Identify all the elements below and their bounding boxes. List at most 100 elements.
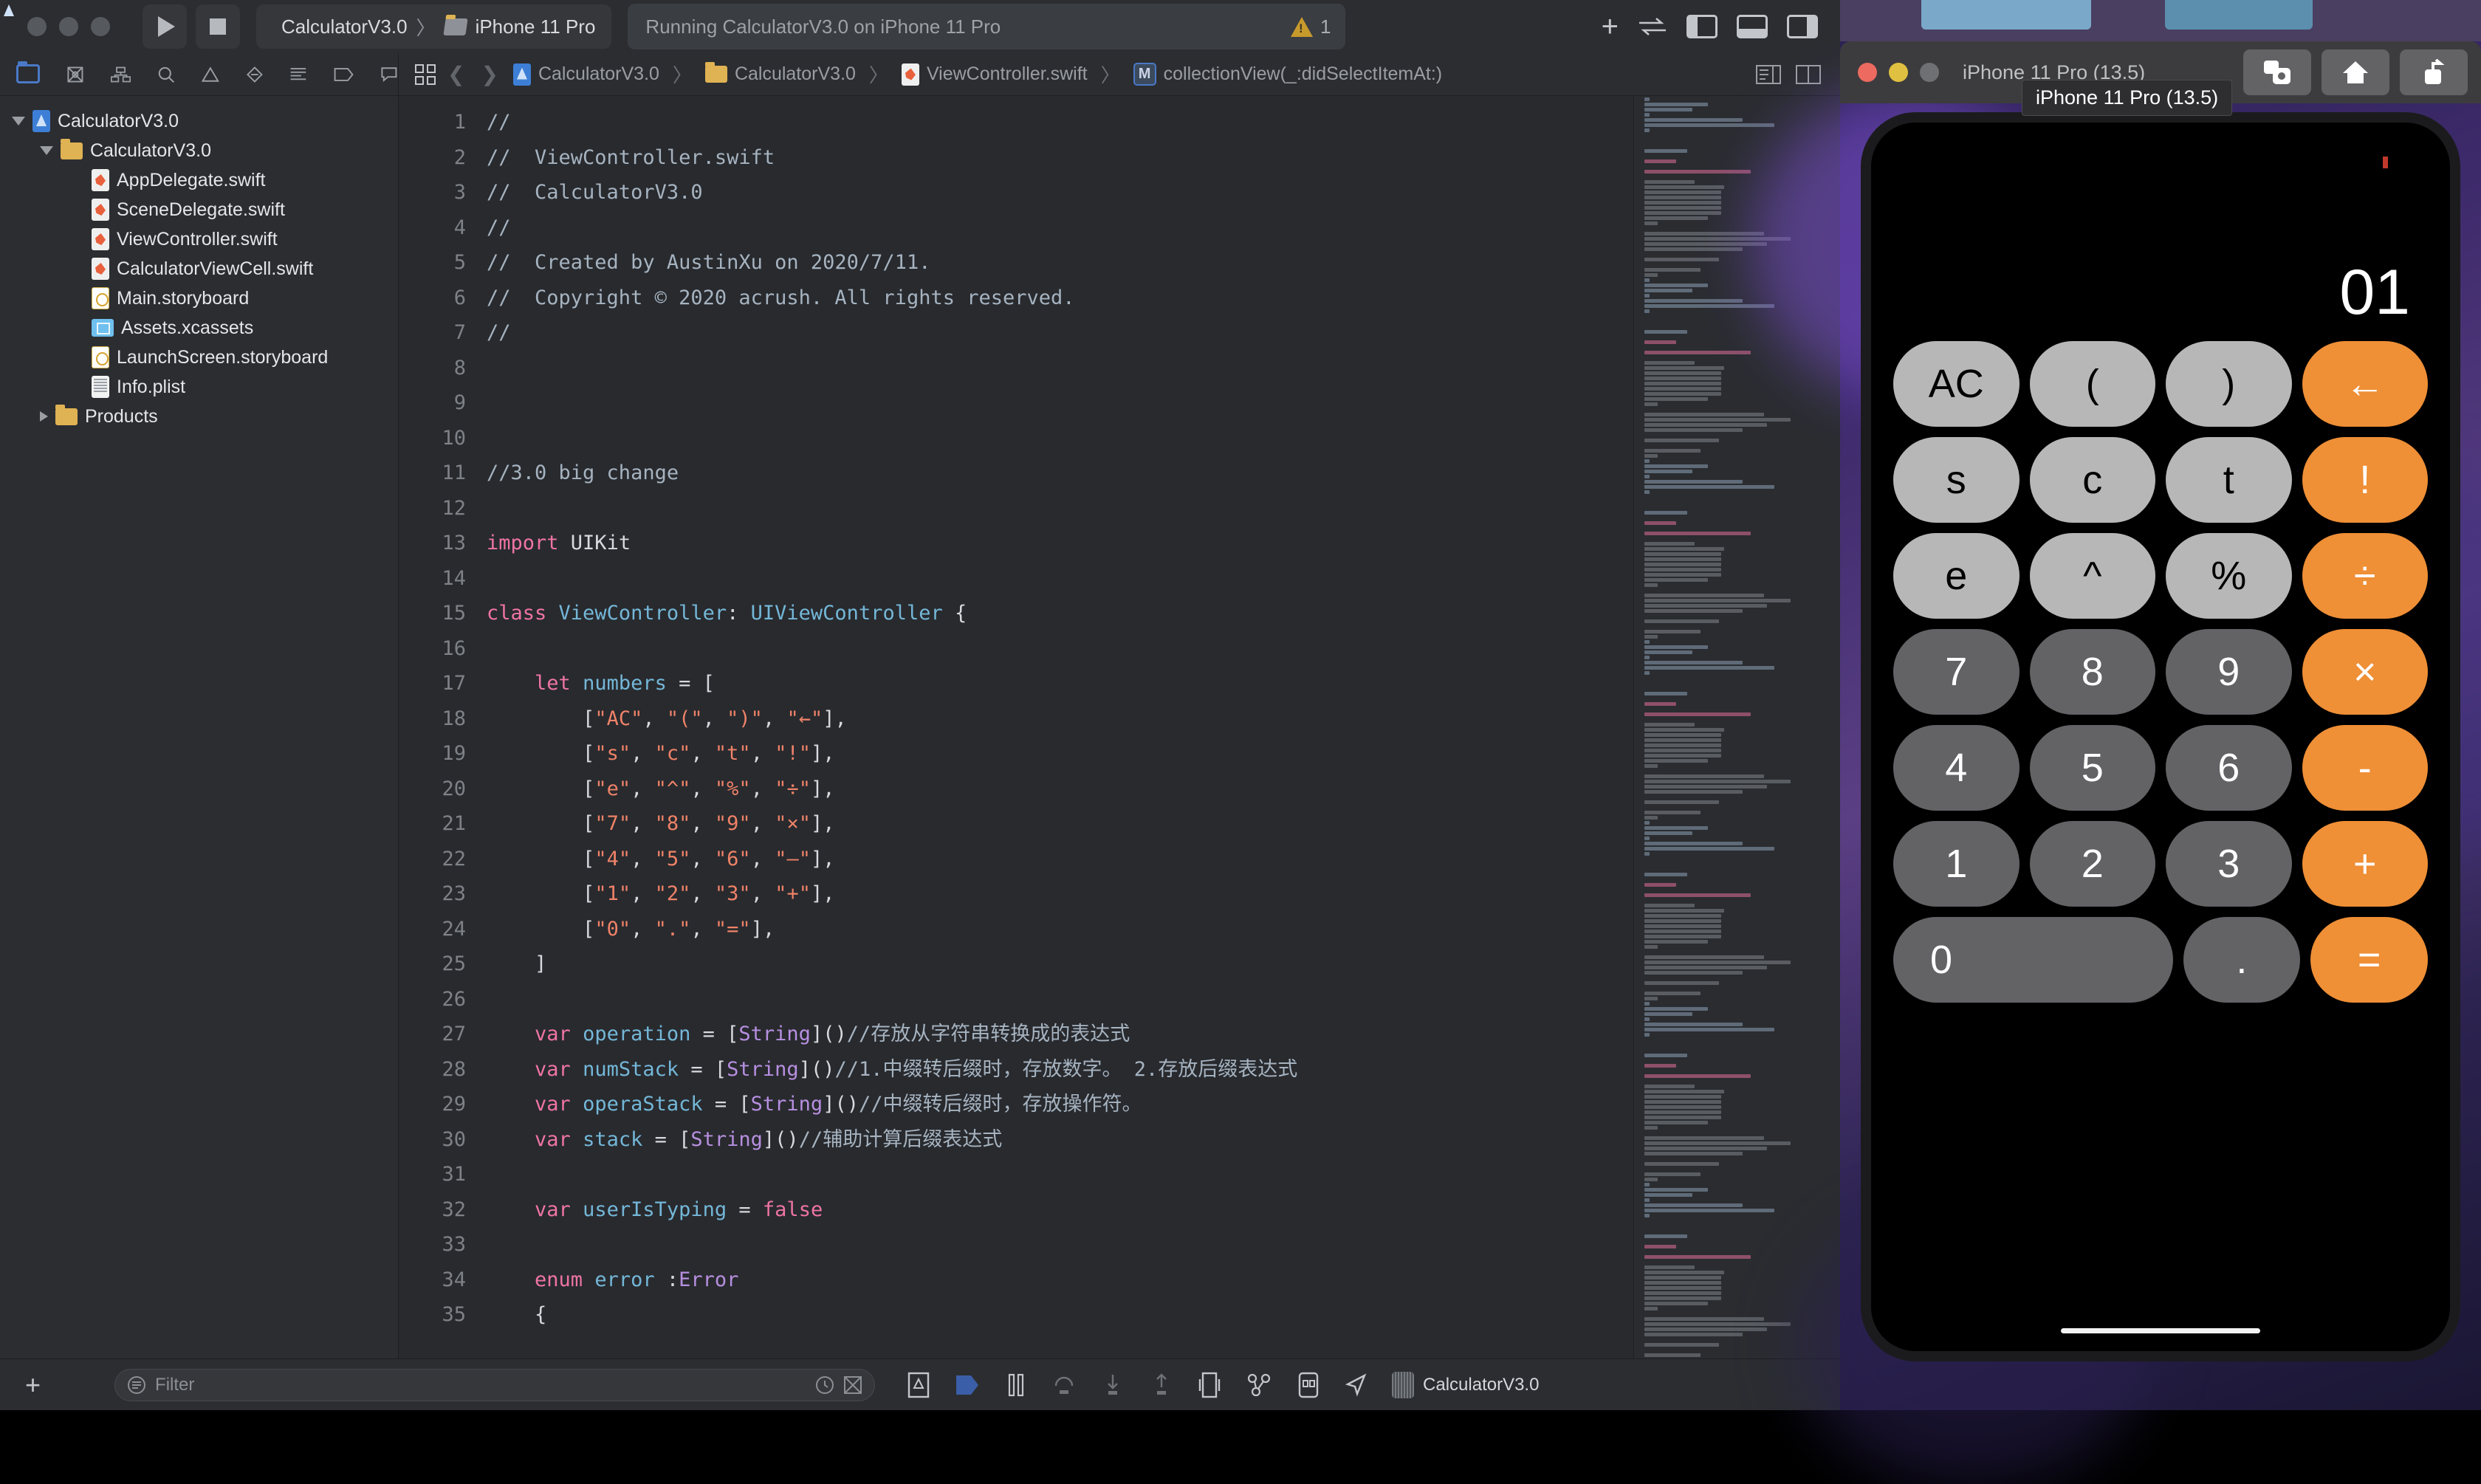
- breakpoints-toggle-icon[interactable]: [955, 1373, 980, 1398]
- navigator-tab-breakpoint-icon[interactable]: [334, 66, 354, 83]
- breadcrumb-item[interactable]: McollectionView(_:didSelectItemAt:): [1133, 63, 1442, 86]
- debug-view-hierarchy-icon[interactable]: [1198, 1372, 1221, 1398]
- warning-indicator[interactable]: 1: [1290, 16, 1331, 38]
- related-items-icon[interactable]: [415, 63, 436, 85]
- toggle-debug-area-button[interactable]: [1737, 15, 1768, 38]
- code-line[interactable]: 32 var userIsTyping = false: [399, 1192, 1840, 1228]
- home-indicator[interactable]: [2061, 1328, 2260, 1333]
- disclosure-triangle-icon[interactable]: [40, 411, 48, 422]
- calculator-key[interactable]: ^: [2029, 533, 2155, 619]
- hide-debug-area-icon[interactable]: [907, 1372, 930, 1398]
- code-line[interactable]: 34 enum error :Error: [399, 1263, 1840, 1298]
- file-tree-item[interactable]: AppDelegate.swift: [0, 165, 398, 195]
- step-over-icon[interactable]: [1052, 1373, 1076, 1398]
- code-line[interactable]: 22 ["4", "5", "6", "—"],: [399, 842, 1840, 877]
- code-line[interactable]: 12: [399, 491, 1840, 526]
- calculator-key[interactable]: -: [2302, 725, 2428, 811]
- environment-overrides-icon[interactable]: [1297, 1372, 1320, 1398]
- calculator-key[interactable]: 6: [2166, 725, 2292, 811]
- calculator-key[interactable]: AC: [1893, 341, 2020, 427]
- calculator-key[interactable]: .: [2183, 917, 2301, 1003]
- code-line[interactable]: 6 // Copyright © 2020 acrush. All rights …: [399, 281, 1840, 316]
- screenshot-button[interactable]: [2243, 49, 2311, 95]
- clear-filter-icon[interactable]: [843, 1375, 862, 1395]
- recent-filter-icon[interactable]: [815, 1375, 834, 1395]
- code-line[interactable]: 17 let numbers = [: [399, 666, 1840, 701]
- code-line[interactable]: 8: [399, 351, 1840, 386]
- navigator-tab-source-control[interactable]: [66, 63, 84, 86]
- calculator-key[interactable]: 3: [2166, 821, 2292, 907]
- forward-button[interactable]: ❯: [481, 62, 498, 86]
- code-line[interactable]: 27 var operation = [String]()//存放从字符串转换成…: [399, 1017, 1840, 1052]
- calculator-key[interactable]: 4: [1893, 725, 2020, 811]
- calculator-key[interactable]: ): [2166, 341, 2292, 427]
- calculator-key[interactable]: ÷: [2302, 533, 2428, 619]
- iphone-simulator-screen[interactable]: 01 AC () ← s c t! e ^% ÷ 7 8 9 × 4 5 6 - 1 2 3 +0. =: [1861, 112, 2460, 1361]
- breadcrumb-item[interactable]: ViewController.swift: [901, 63, 1088, 86]
- calculator-key[interactable]: %: [2166, 533, 2292, 619]
- add-file-button[interactable]: +: [25, 1370, 41, 1401]
- navigator-tab-search-icon[interactable]: [157, 63, 175, 86]
- code-line[interactable]: 19 ["s", "c", "t", "!"],: [399, 736, 1840, 772]
- breadcrumb-item[interactable]: CalculatorV3.0: [704, 62, 856, 85]
- code-line[interactable]: 35 {: [399, 1297, 1840, 1333]
- code-line[interactable]: 20 ["e", "^", "%", "÷"],: [399, 772, 1840, 807]
- calculator-key[interactable]: +: [2302, 821, 2428, 907]
- debug-process-target[interactable]: CalculatorV3.0: [1392, 1371, 1539, 1398]
- step-into-icon[interactable]: [1101, 1373, 1125, 1398]
- code-line[interactable]: 2 // ViewController.swift: [399, 140, 1840, 176]
- code-line[interactable]: 14: [399, 561, 1840, 597]
- code-line[interactable]: 29 var operaStack = [String]()//中缀转后缀时，存…: [399, 1087, 1840, 1122]
- code-line[interactable]: 25 ]: [399, 947, 1840, 982]
- calculator-key[interactable]: ←: [2302, 341, 2428, 427]
- code-line[interactable]: 33: [399, 1227, 1840, 1263]
- code-line[interactable]: 11 //3.0 big change: [399, 456, 1840, 491]
- file-tree-item[interactable]: ViewController.swift: [0, 224, 398, 254]
- navigator-tab-report-icon[interactable]: [380, 64, 398, 85]
- code-line[interactable]: 16: [399, 631, 1840, 667]
- navigator-tab-debug-icon[interactable]: [289, 65, 307, 84]
- code-line[interactable]: 5 // Created by AustinXu on 2020/7/11.: [399, 245, 1840, 281]
- code-line[interactable]: 31: [399, 1157, 1840, 1192]
- file-tree-item[interactable]: CalculatorV3.0: [0, 106, 398, 136]
- navigator-tab-project[interactable]: [16, 61, 40, 85]
- simulator-close-button[interactable]: [1858, 63, 1877, 82]
- code-line[interactable]: 10: [399, 421, 1840, 456]
- calculator-key[interactable]: 2: [2029, 821, 2155, 907]
- file-tree-item[interactable]: Info.plist: [0, 372, 398, 402]
- close-window-button[interactable]: [27, 17, 47, 36]
- calculator-key[interactable]: (: [2029, 341, 2155, 427]
- step-out-icon[interactable]: [1150, 1373, 1173, 1398]
- code-line[interactable]: 1 //: [399, 105, 1840, 140]
- code-line[interactable]: 30 var stack = [String]()//辅助计算后缀表达式: [399, 1122, 1840, 1158]
- toggle-navigator-button[interactable]: [1686, 15, 1718, 38]
- scheme-selector[interactable]: CalculatorV3.0 〉 iPhone 11 Pro: [256, 4, 612, 49]
- calculator-key[interactable]: s: [1893, 437, 2020, 523]
- back-button[interactable]: ❮: [447, 62, 464, 86]
- code-editor[interactable]: 1 // 2 // ViewController.swift 3 // Calculato…: [399, 96, 1840, 1358]
- calculator-key[interactable]: 1: [1893, 821, 2020, 907]
- file-tree-item[interactable]: CalculatorV3.0: [0, 136, 398, 165]
- file-tree-item[interactable]: Assets.xcassets: [0, 313, 398, 343]
- simulate-location-icon[interactable]: [1345, 1373, 1367, 1398]
- breadcrumb-item[interactable]: CalculatorV3.0: [512, 63, 659, 86]
- pause-icon[interactable]: [1005, 1373, 1027, 1398]
- split-editor-icon[interactable]: [1796, 64, 1821, 84]
- calculator-key[interactable]: ×: [2302, 629, 2428, 715]
- code-line[interactable]: 18 ["AC", "(", ")", "←"],: [399, 701, 1840, 737]
- file-tree-item[interactable]: LaunchScreen.storyboard: [0, 343, 398, 372]
- share-button[interactable]: [2400, 49, 2468, 95]
- calculator-key[interactable]: 8: [2029, 629, 2155, 715]
- toggle-inspector-button[interactable]: [1787, 15, 1818, 38]
- file-tree-item[interactable]: Main.storyboard: [0, 284, 398, 313]
- simulator-minimize-button[interactable]: [1889, 63, 1908, 82]
- file-tree-item[interactable]: CalculatorViewCell.swift: [0, 254, 398, 284]
- calculator-key[interactable]: =: [2310, 917, 2428, 1003]
- code-line[interactable]: 15 class ViewController: UIViewController…: [399, 596, 1840, 631]
- code-line[interactable]: 4 //: [399, 210, 1840, 246]
- run-button[interactable]: [143, 4, 187, 49]
- calculator-key[interactable]: e: [1893, 533, 2020, 619]
- calculator-key[interactable]: 9: [2166, 629, 2292, 715]
- minimize-window-button[interactable]: [59, 17, 78, 36]
- swap-editor-icon[interactable]: [1638, 17, 1667, 36]
